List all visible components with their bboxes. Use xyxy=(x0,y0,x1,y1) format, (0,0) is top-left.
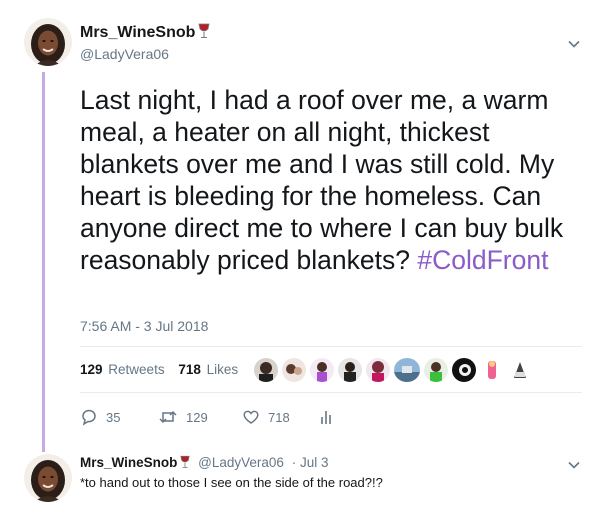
likes-count: 718 xyxy=(178,362,201,377)
liker-avatar[interactable] xyxy=(254,358,278,382)
liker-avatars xyxy=(254,358,532,382)
chevron-down-icon[interactable] xyxy=(567,457,581,471)
reply-text: *to hand out to those I see on the side … xyxy=(80,475,383,490)
liker-avatar[interactable] xyxy=(394,358,420,382)
reply-author-handle[interactable]: @LadyVera06 xyxy=(198,455,284,470)
wine-glass-icon xyxy=(180,455,190,472)
tweet-actions: 35 129 718 xyxy=(80,408,342,426)
divider xyxy=(80,392,582,393)
heart-icon xyxy=(243,410,259,424)
divider xyxy=(80,346,582,347)
tweet-timestamp[interactable]: 7:56 AM - 3 Jul 2018 xyxy=(80,318,208,334)
reply-author-name[interactable]: Mrs_WineSnob xyxy=(80,455,177,470)
like-action-count: 718 xyxy=(268,409,290,425)
retweets-label: Retweets xyxy=(108,362,165,377)
likes-label: Likes xyxy=(206,362,239,377)
thread-connector-line xyxy=(42,72,45,452)
reply-header: Mrs_WineSnob @LadyVera06 · Jul 3 xyxy=(80,455,329,472)
reply-button[interactable]: 35 xyxy=(80,408,158,426)
author-handle[interactable]: @LadyVera06 xyxy=(80,46,210,62)
engagement-stats: 129 Retweets 718 Likes xyxy=(80,362,248,377)
hashtag-link[interactable]: #ColdFront xyxy=(417,245,548,275)
likes-stat[interactable]: 718 Likes xyxy=(178,362,238,377)
retweets-stat[interactable]: 129 Retweets xyxy=(80,362,165,377)
retweet-icon xyxy=(159,410,177,424)
liker-avatar[interactable] xyxy=(480,358,504,382)
wine-glass-icon xyxy=(198,23,210,43)
reply-date[interactable]: Jul 3 xyxy=(300,455,329,470)
analytics-button[interactable] xyxy=(318,408,342,426)
liker-avatar[interactable] xyxy=(508,358,532,382)
tweet-author: Mrs_WineSnob @LadyVera06 xyxy=(80,22,210,62)
retweet-button[interactable]: 129 xyxy=(158,408,242,426)
liker-avatar[interactable] xyxy=(424,358,448,382)
liker-avatar[interactable] xyxy=(282,358,306,382)
liker-avatar[interactable] xyxy=(366,358,390,382)
retweet-action-count: 129 xyxy=(186,409,208,425)
reply-author-avatar[interactable] xyxy=(24,454,72,502)
author-avatar[interactable] xyxy=(24,18,72,66)
author-name[interactable]: Mrs_WineSnob xyxy=(80,24,195,41)
reply-count: 35 xyxy=(106,409,121,425)
like-button[interactable]: 718 xyxy=(242,408,318,426)
tweet-text: Last night, I had a roof over me, a warm… xyxy=(80,84,580,276)
chevron-down-icon[interactable] xyxy=(567,36,581,50)
retweets-count: 129 xyxy=(80,362,103,377)
reply-icon xyxy=(82,409,96,426)
reply-separator: · xyxy=(291,455,297,470)
liker-avatar[interactable] xyxy=(310,358,334,382)
liker-avatar[interactable] xyxy=(452,358,476,382)
analytics-icon xyxy=(321,411,331,424)
liker-avatar[interactable] xyxy=(338,358,362,382)
